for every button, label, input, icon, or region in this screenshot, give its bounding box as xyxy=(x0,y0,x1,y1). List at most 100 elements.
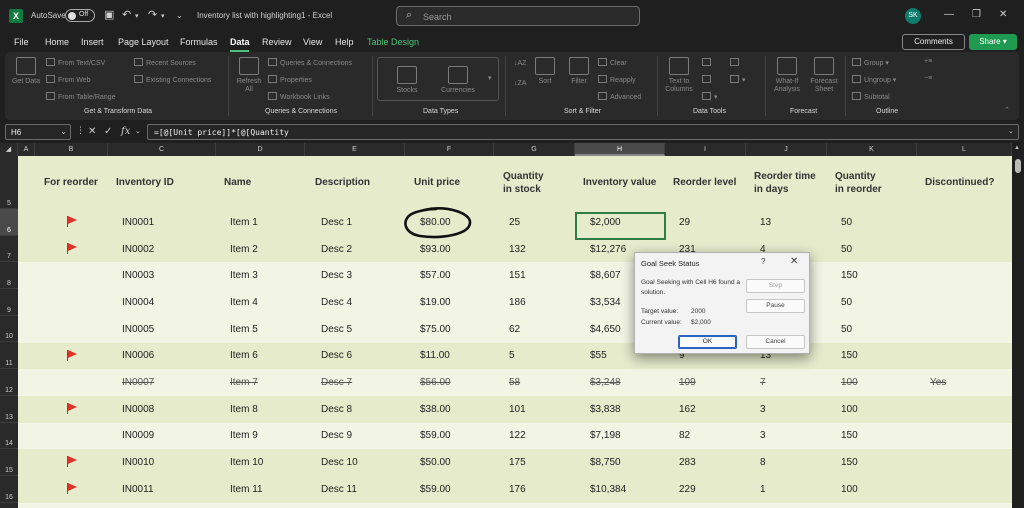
row-header-13[interactable]: 13 xyxy=(0,396,18,423)
cell-inventory-id[interactable]: IN0010 xyxy=(122,449,154,476)
cell-quantity-in-reorder[interactable]: 150 xyxy=(841,423,858,450)
cell-name[interactable]: Item 5 xyxy=(230,316,258,343)
select-all-corner[interactable]: ◢ xyxy=(0,143,18,156)
expand-formula-icon[interactable]: ⌄ xyxy=(1008,127,1014,135)
cell-quantity-in-stock[interactable]: 101 xyxy=(509,396,526,423)
ok-button[interactable]: OK xyxy=(678,335,737,349)
menu-file[interactable]: File xyxy=(14,37,29,47)
cell-description[interactable]: Desc 4 xyxy=(321,289,352,316)
cell-unit-price[interactable]: $38.00 xyxy=(420,396,451,423)
cell-name[interactable]: Item 9 xyxy=(230,423,258,450)
menu-view[interactable]: View xyxy=(303,37,322,47)
cell-inventory-value[interactable]: $55 xyxy=(590,343,607,370)
scroll-up-icon[interactable]: ▲ xyxy=(1014,145,1020,151)
cell-description[interactable]: Desc 1 xyxy=(321,209,352,236)
cell-quantity-in-reorder[interactable]: 50 xyxy=(841,289,852,316)
cell-inventory-id[interactable]: IN0009 xyxy=(122,423,154,450)
header-name[interactable]: Name xyxy=(224,156,251,209)
cell-reorder-time[interactable]: 3 xyxy=(760,396,766,423)
get-data-button[interactable]: Get Data xyxy=(11,57,41,86)
row-header-15[interactable]: 15 xyxy=(0,449,18,476)
cell-unit-price[interactable]: $57.00 xyxy=(420,262,451,289)
row-header-9[interactable]: 9 xyxy=(0,289,18,316)
reapply-button[interactable]: Reapply xyxy=(598,75,636,84)
cell-inventory-id[interactable]: IN0001 xyxy=(122,209,154,236)
refresh-all-button[interactable]: Refresh All xyxy=(233,57,265,94)
cell-quantity-in-reorder[interactable]: 50 xyxy=(841,209,852,236)
close-icon[interactable]: ✕ xyxy=(999,9,1007,20)
share-button[interactable]: Share ▾ xyxy=(969,34,1017,50)
sheet-area[interactable]: For reorder Inventory ID Name Descriptio… xyxy=(18,156,1012,508)
cell-quantity-in-reorder[interactable]: 50 xyxy=(841,316,852,343)
cell-quantity-in-stock[interactable]: 176 xyxy=(509,476,526,503)
cell-quantity-in-stock[interactable]: 5 xyxy=(509,343,515,370)
cell-reorder-time[interactable]: 3 xyxy=(760,423,766,450)
cell-quantity-in-stock[interactable]: 25 xyxy=(509,209,520,236)
name-box[interactable]: H6 ⌄ xyxy=(5,124,71,140)
cell-quantity-in-stock[interactable]: 186 xyxy=(509,289,526,316)
column-header-h[interactable]: H xyxy=(575,143,665,156)
flash-fill-icon[interactable] xyxy=(702,58,714,67)
ungroup-button[interactable]: Ungroup ▾ xyxy=(852,75,896,84)
cell-quantity-in-reorder[interactable]: 100 xyxy=(841,396,858,423)
cell-unit-price[interactable]: $59.00 xyxy=(420,423,451,450)
cell-reorder-level[interactable]: 82 xyxy=(679,423,690,450)
cell-quantity-in-reorder[interactable]: 150 xyxy=(841,262,858,289)
cell-quantity-in-stock[interactable]: 132 xyxy=(509,236,526,263)
cell-inventory-value[interactable]: $7,198 xyxy=(590,423,621,450)
column-header-e[interactable]: E xyxy=(305,143,405,156)
cell-reorder-time[interactable]: 7 xyxy=(760,369,766,396)
row-header-14[interactable]: 14 xyxy=(0,423,18,450)
collapse-ribbon-icon[interactable]: ⌃ xyxy=(1004,106,1010,114)
sort-asc-icon[interactable]: ↓AZ xyxy=(514,60,526,67)
cell-unit-price[interactable]: $59.00 xyxy=(420,476,451,503)
cell-unit-price[interactable]: $11.00 xyxy=(420,343,450,370)
column-header-l[interactable]: L xyxy=(917,143,1012,156)
subtotal-button[interactable]: Subtotal xyxy=(852,92,890,101)
relationships-icon[interactable]: ▾ xyxy=(730,75,746,84)
undo-icon[interactable]: ↶ xyxy=(122,9,131,21)
cell-inventory-id[interactable]: IN0004 xyxy=(122,289,154,316)
header-description[interactable]: Description xyxy=(315,156,370,209)
cell-reorder-level[interactable]: 109 xyxy=(679,369,696,396)
cell-unit-price[interactable]: $50.00 xyxy=(420,449,451,476)
menu-formulas[interactable]: Formulas xyxy=(180,37,218,47)
header-for-reorder[interactable]: For reorder xyxy=(44,156,98,209)
cell-inventory-id[interactable]: IN0011 xyxy=(122,476,154,503)
cell-quantity-in-stock[interactable]: 151 xyxy=(509,262,526,289)
row-header-11[interactable]: 11 xyxy=(0,343,18,370)
cell-quantity-in-stock[interactable]: 62 xyxy=(509,316,520,343)
cell-description[interactable]: Desc 3 xyxy=(321,262,352,289)
cell-name[interactable]: Item 4 xyxy=(230,289,258,316)
cell-inventory-value[interactable]: $3,248 xyxy=(590,369,621,396)
customize-toolbar-icon[interactable]: ⌄ xyxy=(176,10,183,22)
help-icon[interactable]: ? xyxy=(761,257,765,266)
remove-duplicates-icon[interactable] xyxy=(702,75,714,84)
cell-description[interactable]: Desc 7 xyxy=(321,369,352,396)
cell-name[interactable]: Item 6 xyxy=(230,343,258,370)
cell-inventory-id[interactable]: IN0008 xyxy=(122,396,154,423)
menu-page-layout[interactable]: Page Layout xyxy=(118,37,169,47)
confirm-entry-icon[interactable]: ✓ xyxy=(104,126,112,137)
comments-button[interactable]: Comments xyxy=(902,34,965,50)
menu-home[interactable]: Home xyxy=(45,37,69,47)
redo-dropdown-icon[interactable]: ▾ xyxy=(161,11,165,23)
recent-sources-button[interactable]: Recent Sources xyxy=(134,58,196,67)
advanced-filter-button[interactable]: Advanced xyxy=(598,92,641,101)
cell-inventory-id[interactable]: IN0003 xyxy=(122,262,154,289)
workbook-links-button[interactable]: Workbook Links xyxy=(268,92,330,101)
pause-button[interactable]: Pause xyxy=(746,299,805,313)
cancel-button[interactable]: Cancel xyxy=(746,335,805,349)
forecast-sheet-button[interactable]: Forecast Sheet xyxy=(806,57,842,94)
minimize-icon[interactable]: — xyxy=(944,9,954,20)
row-header-5[interactable]: 5 xyxy=(0,156,18,209)
cell-reorder-level[interactable]: 229 xyxy=(679,476,696,503)
cell-description[interactable]: Desc 9 xyxy=(321,423,352,450)
cell-discontinued[interactable]: Yes xyxy=(930,369,946,396)
cell-name[interactable]: Item 7 xyxy=(230,369,258,396)
cell-inventory-id[interactable]: IN0007 xyxy=(122,369,154,396)
row-header-6[interactable]: 6 xyxy=(0,209,18,236)
menu-review[interactable]: Review xyxy=(262,37,292,47)
cell-unit-price[interactable]: $19.00 xyxy=(420,289,451,316)
step-button[interactable]: Step xyxy=(746,279,805,293)
